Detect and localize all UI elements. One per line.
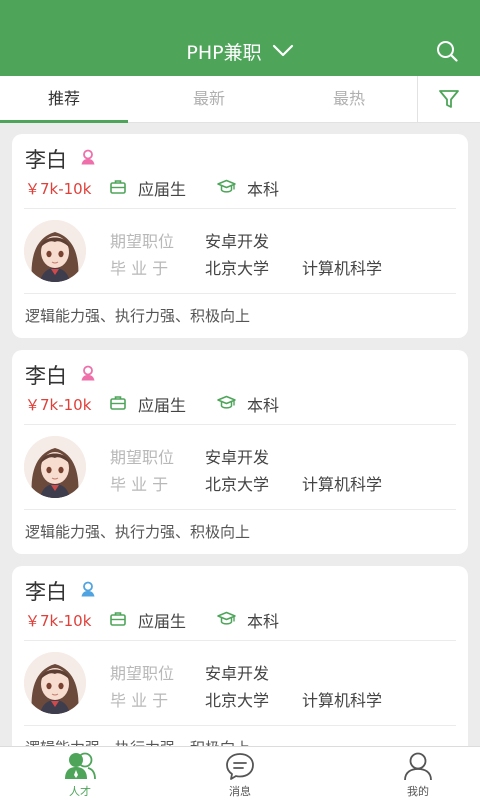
candidate-card[interactable]: 李白 ￥7k-10k 应届生 本科 期望职位 安卓开发 毕 业 于 北京大学 计… [12,134,468,338]
graduation-cap-icon [217,611,236,625]
briefcase-icon [110,180,126,194]
major: 计算机科学 [302,475,383,494]
user-icon [404,752,432,781]
major: 计算机科学 [302,259,383,278]
graduated-from-label: 毕 业 于 [110,259,169,278]
tab-divider [417,76,418,122]
candidate-degree: 本科 [247,396,280,415]
candidate-card[interactable]: 李白 ￥7k-10k 应届生 本科 期望职位 安卓开发 毕 业 于 北京大学 计… [12,566,468,746]
divider [24,509,456,510]
candidate-card[interactable]: 李白 ￥7k-10k 应届生 本科 期望职位 安卓开发 毕 业 于 北京大学 计… [12,350,468,554]
job-category-selector[interactable]: PHP兼职 [0,36,480,66]
tab-bar: 推荐 最新 最热 [0,76,480,123]
tab-recommended[interactable]: 推荐 [0,76,128,123]
briefcase-icon [110,396,126,410]
female-icon [81,365,95,381]
graduation-cap-icon [217,395,236,409]
tab-latest[interactable]: 最新 [145,76,273,122]
nav-talent-label: 人才 [69,785,91,798]
salary-range: ￥7k-10k [25,180,92,198]
candidate-description: 逻辑能力强、执行力强、积极向上 [25,307,251,325]
chevron-down-icon [272,44,293,57]
candidate-status: 应届生 [138,396,187,415]
avatar [24,220,86,282]
female-icon [81,149,95,165]
candidate-status: 应届生 [138,612,187,631]
school: 北京大学 [205,259,270,278]
school: 北京大学 [205,691,270,710]
avatar [24,436,86,498]
nav-mine[interactable]: 我的 [338,747,480,800]
candidate-description: 逻辑能力强、执行力强、积极向上 [25,523,251,541]
header-title: PHP兼职 [186,41,262,64]
expected-position: 安卓开发 [205,664,270,683]
nav-mine-label: 我的 [407,785,429,798]
expected-position: 安卓开发 [205,448,270,467]
candidate-name: 李白 [25,364,67,388]
avatar [24,652,86,714]
salary-range: ￥7k-10k [25,396,92,414]
school: 北京大学 [205,475,270,494]
male-icon [81,581,95,597]
tab-hottest[interactable]: 最热 [285,76,413,122]
briefcase-icon [110,612,126,626]
divider [24,640,456,641]
major: 计算机科学 [302,691,383,710]
salary-range: ￥7k-10k [25,612,92,630]
graduated-from-label: 毕 业 于 [110,475,169,494]
candidate-list[interactable]: 李白 ￥7k-10k 应届生 本科 期望职位 安卓开发 毕 业 于 北京大学 计… [0,123,480,746]
bottom-nav: 人才 消息 我的 [0,746,480,800]
divider [24,424,456,425]
people-icon [65,752,96,780]
divider [24,293,456,294]
candidate-name: 李白 [25,148,67,172]
nav-talent[interactable]: 人才 [0,747,160,800]
filter-icon[interactable] [438,88,460,110]
divider [24,725,456,726]
divider [24,208,456,209]
candidate-name: 李白 [25,580,67,604]
expected-position-label: 期望职位 [110,232,175,251]
graduated-from-label: 毕 业 于 [110,691,169,710]
candidate-status: 应届生 [138,180,187,199]
search-icon[interactable] [436,40,458,62]
app-header: PHP兼职 [0,0,480,76]
candidate-degree: 本科 [247,612,280,631]
expected-position-label: 期望职位 [110,448,175,467]
graduation-cap-icon [217,179,236,193]
candidate-description: 逻辑能力强、执行力强、积极向上 [25,737,250,746]
nav-messages[interactable]: 消息 [160,747,320,800]
message-icon [226,753,254,780]
nav-messages-label: 消息 [229,785,251,798]
expected-position-label: 期望职位 [110,664,175,683]
expected-position: 安卓开发 [205,232,270,251]
candidate-degree: 本科 [247,180,280,199]
